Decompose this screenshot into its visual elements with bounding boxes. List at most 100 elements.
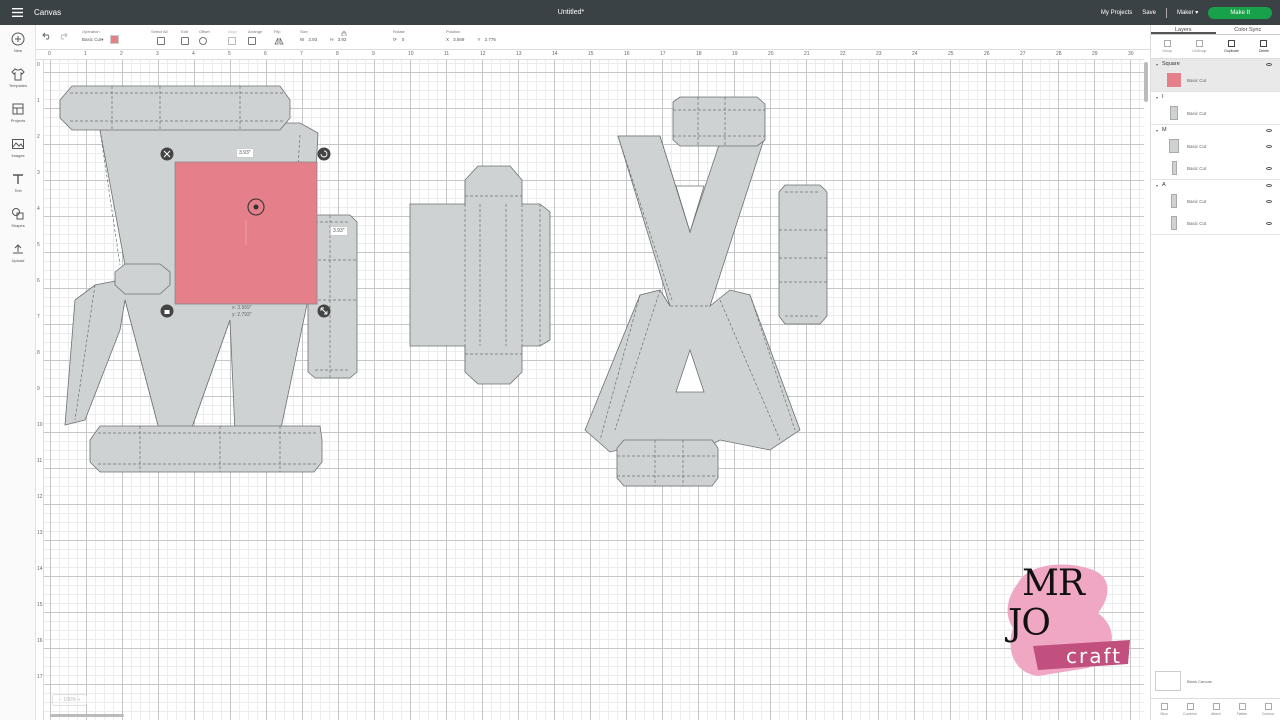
layer-item[interactable]: Basic Cut bbox=[1151, 135, 1280, 157]
attach-label: Attach bbox=[1211, 712, 1221, 716]
align-label: Align bbox=[228, 29, 237, 34]
align-control[interactable]: Align bbox=[228, 29, 237, 45]
lock-icon[interactable] bbox=[341, 30, 347, 36]
rotate-input[interactable]: 0 bbox=[402, 37, 405, 42]
eye-icon[interactable] bbox=[1266, 199, 1272, 203]
operation-color-swatch[interactable] bbox=[109, 35, 119, 45]
layer-group-m[interactable]: ▾ M Basic Cut Basic Cut bbox=[1151, 125, 1280, 180]
duplicate-button[interactable]: Duplicate bbox=[1216, 35, 1248, 58]
letter-a-top-tab[interactable] bbox=[672, 96, 766, 147]
operation-control[interactable]: Operation Basic Cut ▾ bbox=[82, 29, 119, 45]
y-input[interactable]: 2.776 bbox=[485, 37, 496, 42]
layer-group-square[interactable]: ▾ Square Basic Cut bbox=[1151, 59, 1280, 92]
layer-item[interactable]: Basic Cut bbox=[1151, 212, 1280, 234]
position-control[interactable]: Position X 3.569 Y 2.776 bbox=[446, 29, 496, 42]
my-projects-link[interactable]: My Projects bbox=[1101, 10, 1132, 16]
zoom-control[interactable]: − 100% + bbox=[52, 694, 88, 706]
zoom-in-icon[interactable]: + bbox=[78, 697, 81, 703]
layer-group-a[interactable]: ▾ A Basic Cut Basic Cut bbox=[1151, 180, 1280, 235]
contour-button[interactable]: Contour bbox=[1255, 699, 1280, 720]
eye-icon[interactable] bbox=[1266, 128, 1272, 132]
ungroup-icon bbox=[1195, 40, 1203, 47]
hamburger-menu-button[interactable] bbox=[0, 0, 34, 25]
rotate-label: Rotate bbox=[393, 29, 405, 34]
rotate-control[interactable]: Rotate ⟳ 0 bbox=[393, 29, 405, 43]
size-control[interactable]: Size W 3.93 H 3.93 bbox=[300, 29, 346, 42]
x-input[interactable]: 3.569 bbox=[453, 37, 464, 42]
design-canvas[interactable]: 3.93" 3.93" x: 3.569" y: 2.793" MR JO cr… bbox=[36, 50, 1144, 720]
arrange-control[interactable]: Arrange bbox=[248, 29, 262, 45]
layer-item[interactable]: Basic Cut bbox=[1151, 157, 1280, 179]
edit-control[interactable]: Edit bbox=[181, 29, 189, 45]
horizontal-scrollbar[interactable] bbox=[50, 714, 124, 717]
offset-control[interactable]: Offset bbox=[199, 29, 210, 45]
chevron-down-icon[interactable]: ▾ bbox=[1156, 183, 1158, 188]
tool-shapes[interactable]: Shapes bbox=[0, 200, 36, 235]
undo-icon[interactable] bbox=[42, 32, 52, 40]
operation-value[interactable]: Basic Cut bbox=[82, 37, 101, 42]
selected-square[interactable] bbox=[174, 161, 318, 305]
eye-icon[interactable] bbox=[1266, 166, 1272, 170]
letter-i-box-net[interactable] bbox=[409, 165, 551, 385]
letter-m-mid-tab[interactable] bbox=[114, 263, 171, 295]
letter-a-side-tab[interactable] bbox=[778, 184, 828, 325]
rotate-handle[interactable] bbox=[317, 147, 331, 161]
tool-new[interactable]: New bbox=[0, 25, 36, 60]
letter-a-piece[interactable] bbox=[584, 135, 801, 461]
ruler-left-number: 5 bbox=[37, 242, 40, 248]
slice-button[interactable]: Slice bbox=[1151, 699, 1177, 720]
tab-layers[interactable]: Layers bbox=[1151, 25, 1216, 34]
delete-handle[interactable] bbox=[160, 147, 174, 161]
tool-text[interactable]: Text bbox=[0, 165, 36, 200]
letter-a-bottom-tab[interactable] bbox=[616, 439, 719, 487]
ruler-top-number: 28 bbox=[1056, 51, 1062, 57]
left-toolbar: New Templates Projects Images Text Shape… bbox=[0, 25, 36, 720]
letter-m-top-strip[interactable] bbox=[59, 85, 291, 131]
letter-m-bottom-strip[interactable] bbox=[89, 425, 323, 473]
zoom-out-icon[interactable]: − bbox=[59, 697, 62, 703]
divider bbox=[1165, 7, 1167, 18]
attach-button[interactable]: Attach bbox=[1203, 699, 1229, 720]
height-tooltip: 3.93" bbox=[330, 226, 348, 236]
chevron-down-icon[interactable]: ▾ bbox=[1156, 62, 1158, 67]
tool-label: New bbox=[13, 48, 22, 53]
combine-button[interactable]: Combine bbox=[1177, 699, 1203, 720]
tool-upload[interactable]: Upload bbox=[0, 235, 36, 270]
tool-projects[interactable]: Projects bbox=[0, 95, 36, 130]
layer-item[interactable]: Basic Cut bbox=[1151, 102, 1280, 124]
tab-color-sync[interactable]: Color Sync bbox=[1216, 25, 1280, 34]
machine-select[interactable]: Maker ▾ bbox=[1177, 9, 1198, 16]
eye-icon[interactable] bbox=[1266, 221, 1272, 225]
chevron-down-icon[interactable]: ▾ bbox=[1156, 95, 1158, 100]
vertical-scrollbar[interactable] bbox=[1144, 62, 1148, 102]
redo-icon[interactable] bbox=[58, 32, 68, 40]
eye-icon[interactable] bbox=[1266, 62, 1272, 66]
save-button[interactable]: Save bbox=[1142, 10, 1156, 16]
blank-canvas-layer[interactable]: Blank Canvas bbox=[1155, 671, 1212, 691]
rotate-icon: ⟳ bbox=[393, 37, 397, 42]
layer-item[interactable]: Basic Cut bbox=[1151, 69, 1280, 91]
flip-control[interactable]: Flip bbox=[274, 29, 284, 46]
tool-images[interactable]: Images bbox=[0, 130, 36, 165]
lock-handle[interactable] bbox=[160, 304, 174, 318]
document-title[interactable]: Untitled* bbox=[540, 9, 602, 16]
group-button[interactable]: Group bbox=[1151, 35, 1183, 58]
select-all-control[interactable]: Select All bbox=[151, 29, 167, 45]
flatten-button[interactable]: Flatten bbox=[1229, 699, 1255, 720]
contour-label: Contour bbox=[1261, 712, 1275, 716]
resize-handle[interactable] bbox=[317, 304, 331, 318]
layer-item[interactable]: Basic Cut bbox=[1151, 190, 1280, 212]
make-it-button[interactable]: Make It bbox=[1208, 6, 1272, 19]
delete-button[interactable]: Delete bbox=[1248, 35, 1280, 58]
ungroup-button[interactable]: UnGroup bbox=[1183, 35, 1215, 58]
layer-group-i[interactable]: ▾ I Basic Cut bbox=[1151, 92, 1280, 125]
ruler-top-number: 11 bbox=[444, 51, 450, 57]
shirt-icon bbox=[11, 68, 25, 81]
tool-templates[interactable]: Templates bbox=[0, 60, 36, 95]
mr-jo-craft-logo: MR JO craft bbox=[998, 558, 1138, 688]
height-input[interactable]: 3.93 bbox=[338, 37, 347, 42]
eye-icon[interactable] bbox=[1266, 144, 1272, 148]
width-input[interactable]: 3.93 bbox=[308, 37, 317, 42]
eye-icon[interactable] bbox=[1266, 183, 1272, 187]
chevron-down-icon[interactable]: ▾ bbox=[1156, 128, 1158, 133]
